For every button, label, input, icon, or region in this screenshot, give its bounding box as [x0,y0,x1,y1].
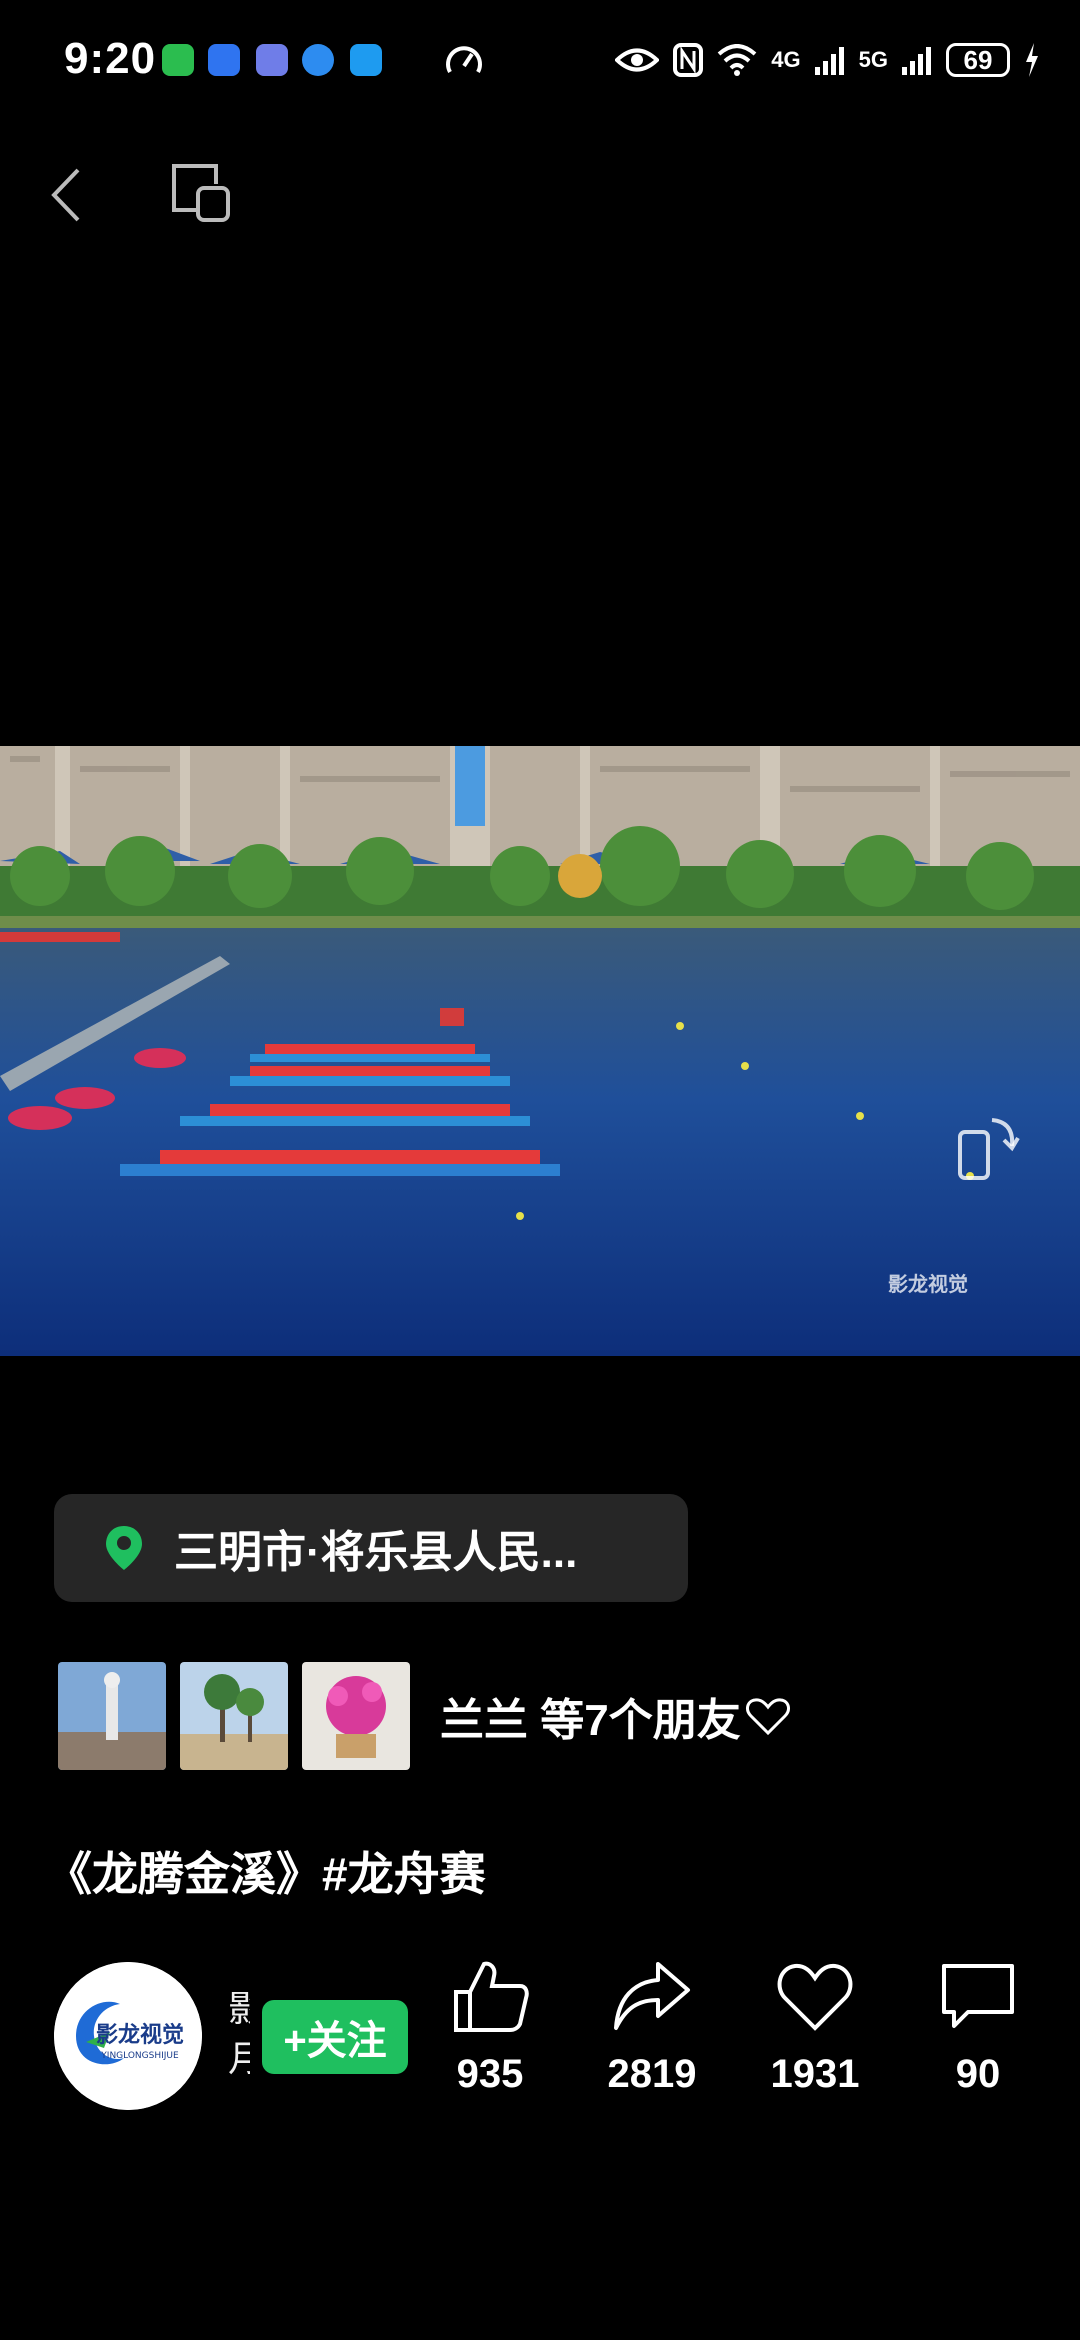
status-bar: 9:20 4G 5G 69 [0,0,1080,120]
floating-window-button[interactable] [166,160,236,230]
speedometer-icon [446,46,482,73]
author-logo: 影龙视觉 YINGLONGSHIJUE [54,1962,202,2110]
wifi-icon [717,44,757,76]
friends-liked-row[interactable]: 兰兰 等7个朋友 [58,1662,791,1770]
share-count: 2819 [607,2052,697,2096]
friends-liked-text: 兰兰 等7个朋友 [440,1696,741,1745]
post-title[interactable]: 《龙腾金溪》#龙舟赛 [46,1838,486,1904]
thumbs-up-icon [454,1961,529,2032]
heart-icon [777,1963,853,2031]
comment-button[interactable]: 90 [908,1958,1048,2097]
network-type-4g: 4G [771,47,801,72]
status-time: 9:20 [64,34,157,83]
comment-count: 90 [955,2052,1001,2096]
follow-button[interactable]: +关注 [262,2000,408,2074]
wechat-icon [162,44,194,76]
signal-icon [814,47,844,75]
network-type-5g: 5G [858,47,888,72]
favorite-button[interactable]: 1931 [745,1958,885,2097]
signal-icon [902,47,931,75]
heart-icon [745,1698,790,1736]
app-notification-icon [208,44,240,76]
rotate-screen-icon [958,1118,1020,1180]
location-tag[interactable]: 三明市·将乐县人民... [54,1494,688,1602]
like-button[interactable]: 935 [420,1958,560,2097]
battery-level: 69 [963,44,993,75]
nfc-icon [673,43,704,77]
author-avatar[interactable]: 影龙视觉 YINGLONGSHIJUE [54,1962,202,2110]
favorite-count: 1931 [770,2052,860,2096]
svg-text:影龙视觉: 影龙视觉 [96,2022,184,2048]
comment-icon [942,1964,1014,2028]
video-player[interactable] [0,746,1080,1356]
chevron-left-icon [51,168,80,222]
browser-icon [302,44,334,76]
search-app-icon [350,44,382,76]
friend-avatar [58,1662,166,1770]
video-frame [0,746,1080,1356]
location-pin-icon [106,1526,142,1570]
battery-indicator: 69 [946,43,1010,77]
charging-icon [1026,43,1038,77]
video-watermark: 影龙视觉 [888,1274,968,1296]
location-text: 三明市·将乐县人民... [174,1528,578,1577]
eye-icon [615,48,660,72]
app-notification-icon [256,44,288,76]
share-arrow-icon [614,1962,690,2030]
floating-window-icon [172,164,230,222]
svg-text:YINGLONGSHIJUE: YINGLONGSHIJUE [100,2051,179,2061]
author-name[interactable]: 影 月 [228,1984,250,2088]
back-button[interactable] [40,160,100,230]
rotate-screen-button[interactable] [952,1110,1022,1190]
video-post-screen: 9:20 4G 5G 69 影龙视觉 三明市·将乐县人民... 兰兰 等7个朋友… [0,0,1080,2340]
like-count: 935 [456,2052,524,2096]
share-button[interactable]: 2819 [582,1958,722,2097]
status-icons: 4G 5G 69 [615,36,1040,84]
friend-avatar [180,1662,288,1770]
friend-avatar [302,1662,410,1770]
